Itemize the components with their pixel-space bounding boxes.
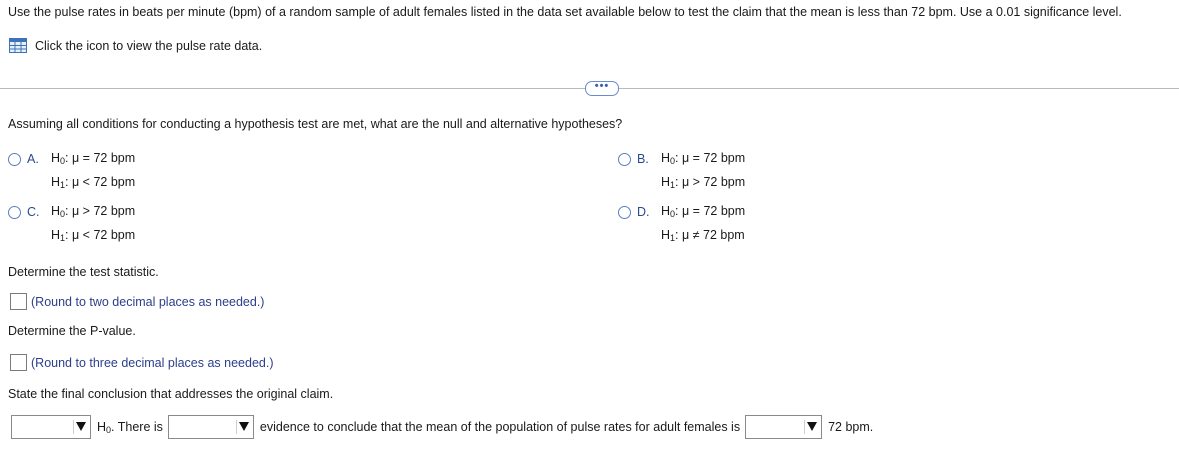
option-letter: B.	[637, 152, 649, 166]
alt-hypothesis: H1: μ > 72 bpm	[661, 175, 746, 190]
null-hypothesis: H0: μ = 72 bpm	[661, 204, 746, 219]
radio-option-d[interactable]	[618, 206, 631, 219]
null-hypothesis: H0: μ > 72 bpm	[51, 204, 136, 219]
pvalue-hint: (Round to three decimal places as needed…	[31, 355, 274, 370]
h0-text: H0. There is	[97, 419, 163, 435]
null-hypothesis: H0: μ = 72 bpm	[661, 151, 746, 166]
evidence-dropdown[interactable]	[167, 415, 254, 439]
chevron-down-icon	[807, 422, 818, 431]
test-statistic-row: (Round to two decimal places as needed.)	[10, 293, 264, 310]
option-letter: A.	[27, 152, 39, 166]
option-d[interactable]: D. H0: μ = 72 bpm H1: μ ≠ 72 bpm	[618, 204, 745, 249]
problem-prompt: Use the pulse rates in beats per minute …	[8, 5, 1122, 19]
option-a[interactable]: A. H0: μ = 72 bpm H1: μ < 72 bpm	[8, 151, 136, 196]
radio-option-b[interactable]	[618, 153, 631, 166]
alt-hypothesis: H1: μ < 72 bpm	[51, 175, 136, 190]
chevron-down-icon	[238, 422, 249, 431]
option-letter: C.	[27, 205, 40, 219]
conclusion-row: H0. There is evidence to conclude that t…	[11, 415, 878, 439]
more-options-button[interactable]: •••	[585, 81, 619, 96]
hypotheses-question: Assuming all conditions for conducting a…	[8, 117, 623, 131]
pvalue-question: Determine the P-value.	[8, 324, 136, 338]
pvalue-row: (Round to three decimal places as needed…	[10, 354, 274, 371]
comparison-dropdown[interactable]	[745, 415, 823, 439]
alt-hypothesis: H1: μ < 72 bpm	[51, 228, 136, 243]
option-c[interactable]: C. H0: μ > 72 bpm H1: μ < 72 bpm	[8, 204, 136, 249]
conclusion-middle-text: evidence to conclude that the mean of th…	[259, 420, 741, 434]
table-icon[interactable]	[9, 38, 27, 53]
test-statistic-input[interactable]	[10, 293, 27, 310]
chevron-down-icon	[76, 422, 86, 431]
test-statistic-question: Determine the test statistic.	[8, 265, 159, 279]
pvalue-input[interactable]	[10, 354, 27, 371]
data-link-text[interactable]: Click the icon to view the pulse rate da…	[35, 39, 262, 53]
test-statistic-hint: (Round to two decimal places as needed.)	[31, 294, 265, 309]
conclusion-question: State the final conclusion that addresse…	[8, 387, 334, 401]
alt-hypothesis: H1: μ ≠ 72 bpm	[661, 228, 745, 243]
radio-option-c[interactable]	[8, 206, 21, 219]
reject-dropdown[interactable]	[11, 415, 91, 439]
option-b[interactable]: B. H0: μ = 72 bpm H1: μ > 72 bpm	[618, 151, 746, 196]
conclusion-end-text: 72 bpm.	[828, 420, 874, 434]
null-hypothesis: H0: μ = 72 bpm	[51, 151, 136, 166]
option-letter: D.	[637, 205, 650, 219]
radio-option-a[interactable]	[8, 153, 21, 166]
data-link[interactable]: Click the icon to view the pulse rate da…	[9, 38, 262, 53]
